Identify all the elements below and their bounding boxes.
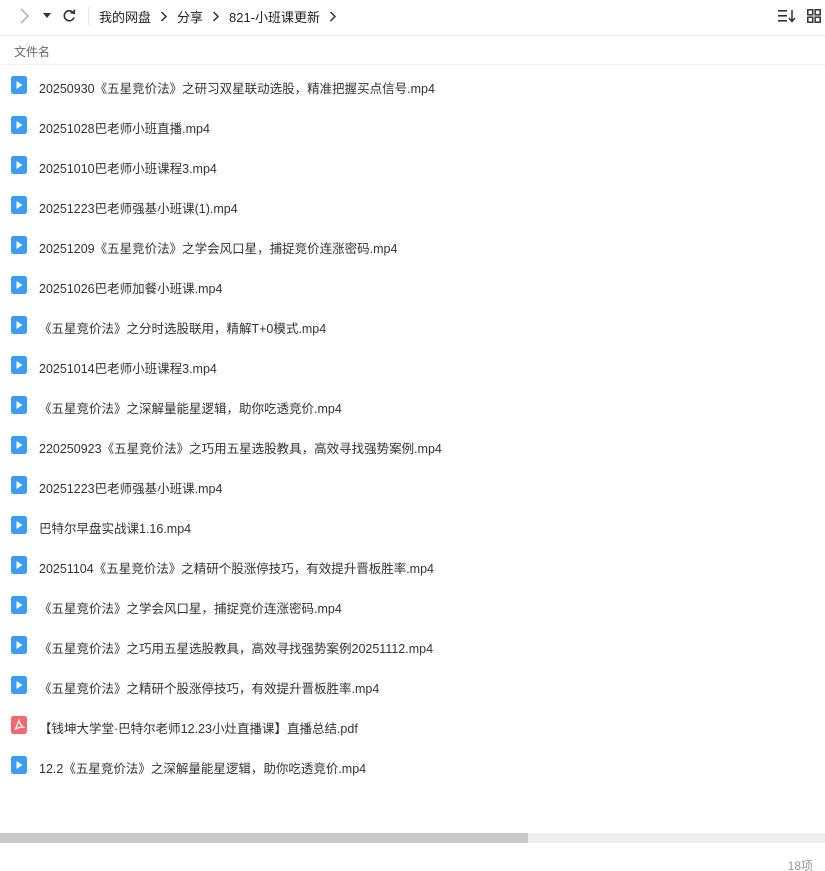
- scrollbar-thumb[interactable]: [0, 833, 528, 843]
- file-name: 《五星竞价法》之精研个股涨停技巧，有效提升晋板胜率.mp4: [39, 682, 380, 696]
- video-file-icon: [11, 596, 27, 614]
- horizontal-scrollbar[interactable]: [0, 833, 825, 843]
- video-file-icon: [11, 476, 27, 494]
- file-row[interactable]: 《五星竞价法》之深解量能星逻辑，助你吃透竞价.mp4: [0, 386, 825, 426]
- file-name: 《五星竞价法》之巧用五星选股教具，高效寻找强势案例20251112.mp4: [39, 642, 434, 656]
- file-name: 20251223巴老师强基小班课.mp4: [39, 482, 223, 496]
- file-row[interactable]: 【钱坤大学堂·巴特尔老师12.23小灶直播课】直播总结.pdf: [0, 706, 825, 746]
- file-name: 20251010巴老师小班课程3.mp4: [39, 162, 217, 176]
- video-file-icon: [11, 556, 27, 574]
- video-file-icon: [11, 236, 27, 254]
- file-row[interactable]: 12.2《五星竞价法》之深解量能星逻辑，助你吃透竞价.mp4: [0, 746, 825, 786]
- file-name: 20251223巴老师强基小班课(1).mp4: [39, 202, 238, 216]
- file-row[interactable]: 20251010巴老师小班课程3.mp4: [0, 146, 825, 186]
- file-name: 220250923《五星竞价法》之巧用五星选股教具，高效寻找强势案例.mp4: [39, 442, 442, 456]
- refresh-button[interactable]: [60, 6, 78, 26]
- breadcrumb-separator-icon: [329, 10, 337, 22]
- file-row[interactable]: 20251104《五星竞价法》之精研个股涨停技巧，有效提升晋板胜率.mp4: [0, 546, 825, 586]
- video-file-icon: [11, 196, 27, 214]
- grid-view-icon: [807, 9, 821, 23]
- file-name: 20250930《五星竞价法》之研习双星联动选股，精准把握买点信号.mp4: [39, 82, 435, 96]
- file-row[interactable]: 20251223巴老师强基小班课.mp4: [0, 466, 825, 506]
- file-name: 20251104《五星竞价法》之精研个股涨停技巧，有效提升晋板胜率.mp4: [39, 562, 434, 576]
- chevron-right-icon: [20, 8, 30, 24]
- grid-view-button[interactable]: [806, 7, 822, 25]
- item-count: 18项: [787, 859, 813, 871]
- file-name: 巴特尔早盘实战课1.16.mp4: [39, 522, 192, 536]
- file-row[interactable]: 《五星竞价法》之分时选股联用，精解T+0模式.mp4: [0, 306, 825, 346]
- file-row[interactable]: 20250930《五星竞价法》之研习双星联动选股，精准把握买点信号.mp4: [0, 66, 825, 106]
- pdf-file-icon: [11, 716, 27, 734]
- video-file-icon: [11, 356, 27, 374]
- video-file-icon: [11, 116, 27, 134]
- sort-button[interactable]: [778, 7, 796, 25]
- breadcrumb: 我的网盘 分享 821-小班课更新: [99, 0, 346, 32]
- breadcrumb-item-share[interactable]: 分享: [177, 7, 203, 26]
- file-row[interactable]: 20251026巴老师加餐小班课.mp4: [0, 266, 825, 306]
- toolbar-divider: [88, 7, 89, 25]
- video-file-icon: [11, 436, 27, 454]
- breadcrumb-item-root[interactable]: 我的网盘: [99, 7, 151, 26]
- video-file-icon: [11, 676, 27, 694]
- file-row[interactable]: 20251209《五星竞价法》之学会风口星，捕捉竞价连涨密码.mp4: [0, 226, 825, 266]
- file-name: 20251014巴老师小班课程3.mp4: [39, 362, 217, 376]
- file-row[interactable]: 20251223巴老师强基小班课(1).mp4: [0, 186, 825, 226]
- file-row[interactable]: 20251028巴老师小班直播.mp4: [0, 106, 825, 146]
- file-name: 20251028巴老师小班直播.mp4: [39, 122, 210, 136]
- forward-button[interactable]: [14, 6, 36, 26]
- caret-down-icon: [43, 13, 51, 18]
- file-name: 《五星竞价法》之分时选股联用，精解T+0模式.mp4: [39, 322, 327, 336]
- video-file-icon: [11, 396, 27, 414]
- file-list-header: 文件名: [0, 35, 825, 65]
- file-row[interactable]: 《五星竞价法》之精研个股涨停技巧，有效提升晋板胜率.mp4: [0, 666, 825, 706]
- file-name: 20251026巴老师加餐小班课.mp4: [39, 282, 223, 296]
- video-file-icon: [11, 516, 27, 534]
- toolbar: 我的网盘 分享 821-小班课更新: [0, 0, 825, 34]
- file-name: 【钱坤大学堂·巴特尔老师12.23小灶直播课】直播总结.pdf: [39, 722, 358, 736]
- file-row[interactable]: 《五星竞价法》之学会风口星，捕捉竞价连涨密码.mp4: [0, 586, 825, 626]
- file-row[interactable]: 20251014巴老师小班课程3.mp4: [0, 346, 825, 386]
- video-file-icon: [11, 636, 27, 654]
- refresh-icon: [63, 9, 76, 22]
- video-file-icon: [11, 756, 27, 774]
- breadcrumb-item-current[interactable]: 821-小班课更新: [229, 7, 320, 26]
- file-row[interactable]: 220250923《五星竞价法》之巧用五星选股教具，高效寻找强势案例.mp4: [0, 426, 825, 466]
- breadcrumb-separator-icon: [212, 10, 220, 22]
- video-file-icon: [11, 76, 27, 94]
- filename-column-header[interactable]: 文件名: [14, 43, 50, 60]
- file-row[interactable]: 巴特尔早盘实战课1.16.mp4: [0, 506, 825, 546]
- video-file-icon: [11, 276, 27, 294]
- file-name: 《五星竞价法》之深解量能星逻辑，助你吃透竞价.mp4: [39, 402, 342, 416]
- video-file-icon: [11, 316, 27, 334]
- status-bar: 18项: [0, 847, 825, 871]
- sort-list-icon: [778, 10, 796, 23]
- breadcrumb-separator-icon: [160, 10, 168, 22]
- file-row[interactable]: 《五星竞价法》之巧用五星选股教具，高效寻找强势案例20251112.mp4: [0, 626, 825, 666]
- file-name: 《五星竞价法》之学会风口星，捕捉竞价连涨密码.mp4: [39, 602, 342, 616]
- history-dropdown-button[interactable]: [40, 8, 54, 24]
- video-file-icon: [11, 156, 27, 174]
- file-name: 20251209《五星竞价法》之学会风口星，捕捉竞价连涨密码.mp4: [39, 242, 398, 256]
- file-name: 12.2《五星竞价法》之深解量能星逻辑，助你吃透竞价.mp4: [39, 762, 367, 776]
